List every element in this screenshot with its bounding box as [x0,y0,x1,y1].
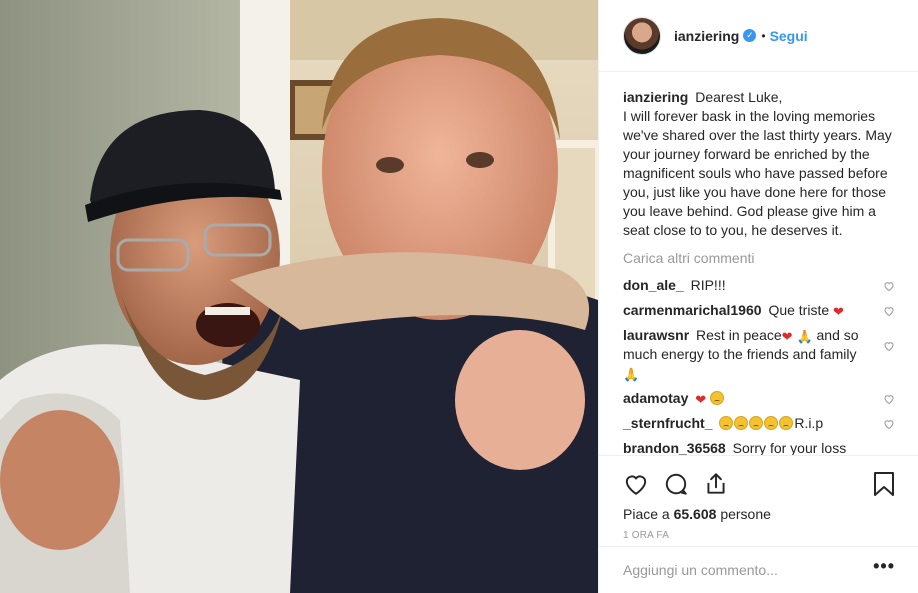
comment-text: R.i.p [794,415,824,431]
comment-username[interactable]: _sternfrucht_ [623,415,712,431]
post-actions: Piace a 65.608 persone 1 ORA FA [599,455,918,541]
comment: carmenmarichal1960 Que triste ❤ [623,301,895,320]
comment: _sternfrucht_ R.i.p [623,414,895,433]
comment-username[interactable]: carmenmarichal1960 [623,302,762,318]
like-comment-heart-icon[interactable] [883,280,895,292]
crying-face-emoji-icon [749,416,764,430]
comment-username[interactable]: don_ale_ [623,277,684,293]
comment-username[interactable]: laurawsnr [623,327,689,343]
likes-number: 65.608 [673,506,717,522]
like-comment-heart-icon[interactable] [883,418,895,430]
comment-icon[interactable] [663,471,689,497]
post-photo[interactable] [0,0,598,593]
red-heart-emoji-icon: ❤ [695,392,707,407]
verified-badge-icon: ✓ [743,29,757,42]
comment: don_ale_ RIP!!! [623,276,895,295]
comment-username[interactable]: adamotay [623,390,688,406]
likes-suffix: persone [720,506,771,522]
photo-illustration [0,0,598,593]
crying-face-emoji-icon [779,416,794,430]
praying-hands-emoji-icon: 🙏 [796,329,813,344]
comment-username[interactable]: brandon_36568 [623,440,726,455]
comment-text: Rest in peace [696,327,782,343]
like-comment-heart-icon[interactable] [883,340,895,352]
comment: adamotay ❤ [623,389,895,408]
likes-prefix: Piace a [623,506,670,522]
action-icons-row [623,464,895,504]
post-header: ianziering ✓ • Segui [599,0,918,72]
load-more-comments-button[interactable]: Carica altri commenti [623,249,895,267]
likes-count[interactable]: Piace a 65.608 persone [623,506,895,522]
comment-text: RIP!!! [690,277,726,293]
sad-face-emoji-icon [710,391,725,405]
post-caption: ianziering Dearest Luke, I will forever … [623,88,895,240]
caption-username[interactable]: ianziering [623,89,688,105]
bookmark-icon[interactable] [873,471,895,497]
comment: laurawsnr Rest in peace❤ 🙏 and so much e… [623,326,895,383]
crying-face-emoji-icon [719,416,734,430]
crying-face-emoji-icon [764,416,779,430]
post-side-panel: ianziering ✓ • Segui ianziering Dearest … [598,0,918,593]
praying-hands-emoji-icon: 🙏 [623,367,640,382]
header-username[interactable]: ianziering [674,28,739,44]
header-separator: • [761,28,766,43]
comment-text: Que triste [768,302,830,318]
share-icon[interactable] [703,471,729,497]
caption-text: Dearest Luke, I will forever bask in the… [623,89,892,238]
comments-list[interactable]: ianziering Dearest Luke, I will forever … [599,72,918,455]
red-heart-emoji-icon: ❤ [781,329,793,344]
heart-icon[interactable] [623,471,649,497]
like-comment-heart-icon[interactable] [883,393,895,405]
red-heart-emoji-icon: ❤ [833,304,844,319]
avatar[interactable] [623,16,661,55]
like-comment-heart-icon[interactable] [883,305,895,317]
crying-face-emoji-icon [734,416,749,430]
comment: brandon_36568 Sorry for your loss Ian!!!… [623,439,895,455]
add-comment-bar: ••• [599,546,918,593]
add-comment-input[interactable] [623,562,874,578]
follow-button[interactable]: Segui [770,28,808,44]
post-timestamp[interactable]: 1 ORA FA [623,530,895,541]
more-options-button[interactable]: ••• [873,557,895,575]
